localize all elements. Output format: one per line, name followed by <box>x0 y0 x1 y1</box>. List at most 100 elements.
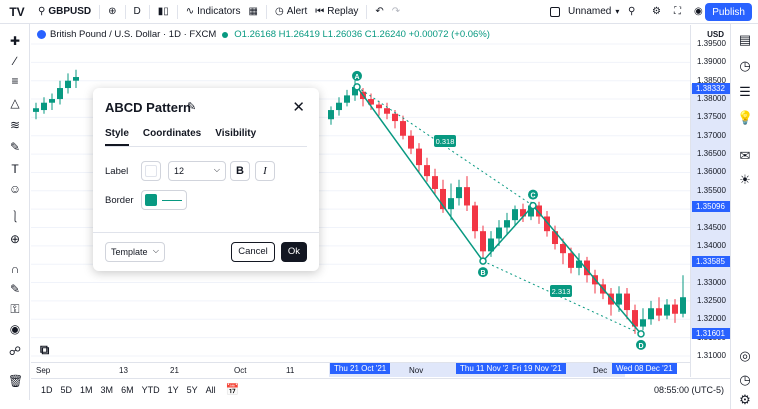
trend-line-icon[interactable]: ∕ <box>8 54 22 68</box>
border-caption: Border <box>105 195 134 206</box>
ruler-icon[interactable]: ⎱ <box>8 210 22 224</box>
template-select[interactable]: Template ⌵ <box>105 242 165 262</box>
link-icon[interactable]: ☍ <box>8 344 22 358</box>
candle-body <box>656 308 662 316</box>
range-button-5y[interactable]: 5Y <box>183 385 202 395</box>
range-button-ytd[interactable]: YTD <box>138 385 164 395</box>
candle-body <box>456 187 462 199</box>
goto-date-icon[interactable]: 📅 <box>226 383 240 396</box>
alerts-icon[interactable]: ◷ <box>737 58 753 74</box>
candle-body <box>328 110 334 120</box>
clock[interactable]: 08:55:00 (UTC-5) <box>654 385 724 395</box>
watchlist-icon[interactable]: ▤ <box>737 32 753 48</box>
magnet-icon[interactable]: ∩ <box>8 262 22 276</box>
legend-title: British Pound / U.S. Dollar · 1D · FXCM <box>50 29 217 40</box>
time-highlight-label: Wed 08 Dec '21 <box>612 363 677 374</box>
time-highlight-label: Thu 21 Oct '21 <box>330 363 391 374</box>
streams-icon[interactable]: ☀ <box>737 172 753 188</box>
chart-type-button[interactable]: ▮▯ <box>154 0 173 24</box>
divider <box>366 4 368 19</box>
alarm-clock-icon: ◷ <box>274 6 284 17</box>
abcd-pattern-line <box>356 86 642 335</box>
range-bar: 1D 5D 1M 3M 6M YTD 1Y 5Y All 📅 08:55:00 (UTC-5) <box>31 378 730 400</box>
lock-drawing-icon[interactable]: ✎ <box>8 282 22 296</box>
alert-button[interactable]: ◷ Alert <box>271 0 311 24</box>
tab-coordinates[interactable]: Coordinates <box>143 128 201 146</box>
divider <box>265 4 267 19</box>
emoji-icon[interactable]: ☺ <box>8 182 22 196</box>
range-button-6m[interactable]: 6M <box>117 385 138 395</box>
settings-icon[interactable]: ⚙ <box>737 392 753 408</box>
publish-button[interactable]: Publish <box>705 3 752 21</box>
border-style-picker[interactable] <box>141 190 187 210</box>
drawing-toolbar: ✚ ∕ ≡ △ ≋ ✎ T ☺ ⎱ ⊕ ∩ ✎ ⚿ ◉ ☍ 🗑 <box>0 24 30 400</box>
replay-icon: ⏮ <box>315 6 325 17</box>
range-button-3m[interactable]: 3M <box>97 385 118 395</box>
font-size-select[interactable]: 12 ⌵ <box>168 161 226 181</box>
top-toolbar: TV ⚲ GBPUSD ⊕ D ▮▯ ∿ Indicators ▦ ◷ Aler… <box>0 0 758 24</box>
redo-button[interactable]: ↷ <box>388 0 404 24</box>
notifications-icon[interactable]: ◎ <box>737 348 753 364</box>
pattern-anchor <box>353 83 361 91</box>
pattern-icon[interactable]: △ <box>8 96 22 110</box>
range-button-1m[interactable]: 1M <box>76 385 97 395</box>
ideas-icon[interactable]: 💡 <box>737 110 753 126</box>
candle-body <box>408 135 414 149</box>
settings-button[interactable]: ⚙ <box>648 0 665 24</box>
candle-body <box>640 319 646 327</box>
search-icon: ⚲ <box>628 6 636 17</box>
pattern-point-label: B <box>480 270 485 277</box>
label-color-swatch[interactable] <box>141 161 161 181</box>
rename-pencil-icon[interactable]: ✎ <box>187 100 196 113</box>
indicators-label: Indicators <box>197 6 241 17</box>
range-button-1y[interactable]: 1Y <box>164 385 183 395</box>
candle-body <box>65 80 71 89</box>
eye-icon[interactable]: ◉ <box>8 322 22 336</box>
text-icon[interactable]: T <box>8 162 22 176</box>
crosshair-icon[interactable]: ✚ <box>8 34 22 48</box>
undo-button[interactable]: ↶ <box>371 0 387 24</box>
grid-icon: ▦ <box>248 6 258 17</box>
forecast-icon[interactable]: ≋ <box>8 118 22 132</box>
time-tick-label: Sep <box>36 366 51 375</box>
brush-icon[interactable]: ✎ <box>8 140 22 154</box>
candle-body <box>512 209 518 221</box>
symbol-search[interactable]: ⚲ GBPUSD <box>34 0 95 24</box>
chat-icon[interactable]: ✉ <box>737 148 753 164</box>
candle-body <box>496 227 502 239</box>
add-symbol-button[interactable]: ⊕ <box>104 0 120 24</box>
trash-icon[interactable]: 🗑 <box>8 374 23 388</box>
range-button-5d[interactable]: 5D <box>57 385 77 395</box>
tab-style[interactable]: Style <box>105 128 129 146</box>
ok-button[interactable]: Ok <box>281 242 307 262</box>
range-button-all[interactable]: All <box>202 385 220 395</box>
layouts-button[interactable]: ▦ <box>245 0 262 24</box>
market-status-icon <box>222 31 229 38</box>
tradingview-logo[interactable]: TV <box>0 5 34 19</box>
indicators-button[interactable]: ∿ Indicators <box>182 0 245 24</box>
fib-retracement-icon[interactable]: ≡ <box>8 74 22 88</box>
quick-search-button[interactable]: ⚲ <box>624 0 639 24</box>
chevron-down-icon: ⌵ <box>152 246 159 255</box>
zoom-in-icon[interactable]: ⊕ <box>8 232 22 246</box>
interval-button[interactable]: D <box>130 0 145 24</box>
replay-button[interactable]: ⏮ Replay <box>311 0 362 24</box>
candle-body <box>680 297 686 314</box>
fullscreen-button[interactable]: ⛶ <box>670 0 685 24</box>
layers-icon[interactable]: ☰ <box>737 84 753 100</box>
italic-button[interactable]: I <box>255 161 275 181</box>
bold-button[interactable]: B <box>230 161 250 181</box>
close-icon[interactable]: ✕ <box>292 98 305 116</box>
range-button-1d[interactable]: 1D <box>37 385 57 395</box>
candle-body <box>504 220 510 228</box>
help-icon[interactable]: ◷ <box>737 372 753 388</box>
template-label: Template <box>111 247 148 257</box>
layout-name-button[interactable]: Unnamed ▾ <box>546 0 623 24</box>
dialog-divider <box>93 232 319 233</box>
tab-visibility[interactable]: Visibility <box>215 128 256 146</box>
lock-icon[interactable]: ⚿ <box>8 302 22 316</box>
cancel-button[interactable]: Cancel <box>231 242 275 262</box>
dialog-title: ABCD Pattern <box>105 100 191 115</box>
axis-currency[interactable]: USD <box>707 30 724 39</box>
legend-ohlc: O1.26168 H1.26419 L1.26036 C1.26240 +0.0… <box>234 29 490 40</box>
